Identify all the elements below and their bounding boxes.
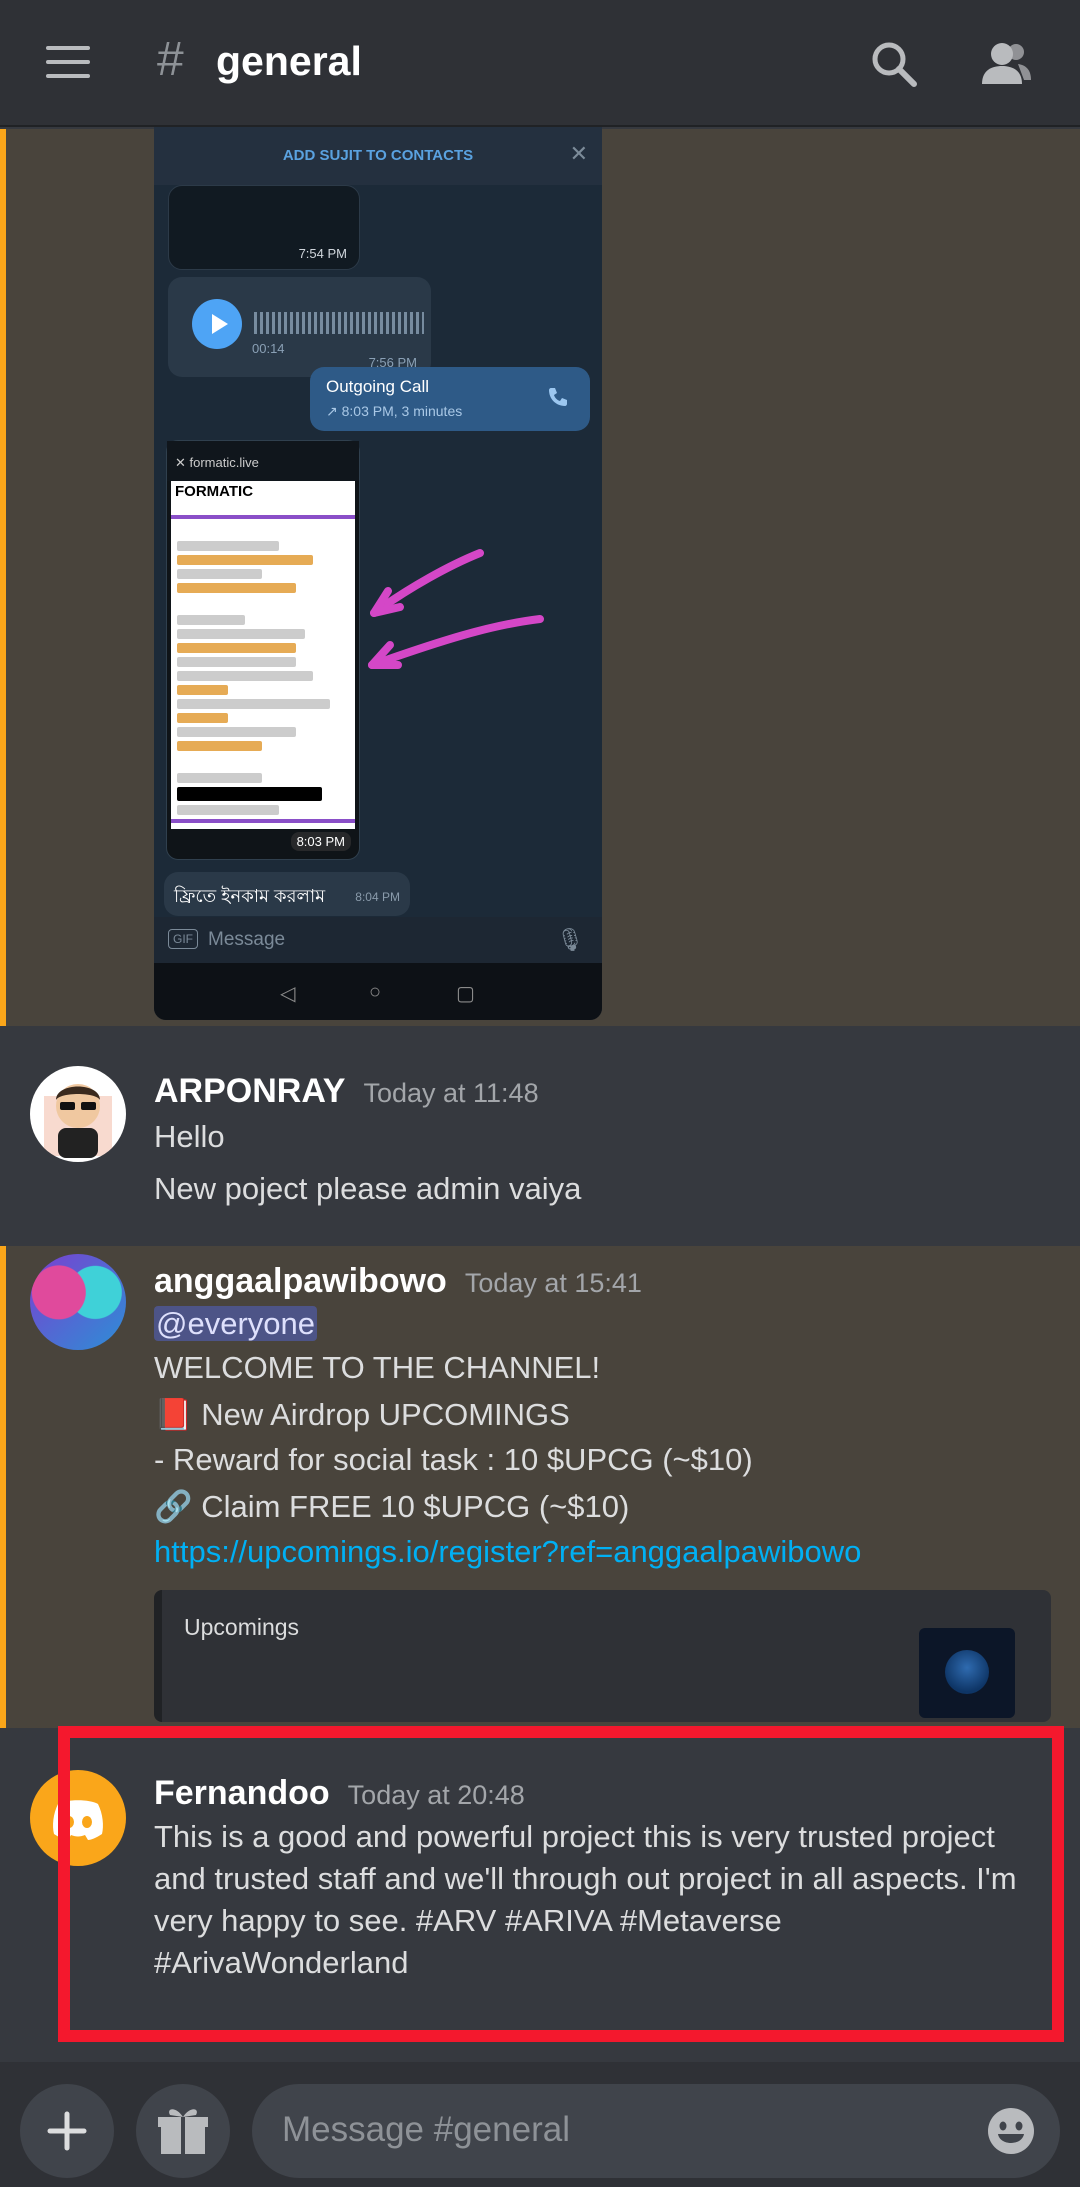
message-author[interactable]: ARPONRAY Today at 11:48 [154,1072,539,1111]
message-composer: Message #general [0,2062,1080,2187]
image-page-heading: FORMATIC [175,483,254,500]
image-recents-icon: ▢ [456,983,475,1005]
image-nav-bar: ◁ ○ ▢ [154,963,602,1020]
image-call-title: Outgoing Call [326,377,430,396]
image-time: 7:54 PM [298,246,347,261]
link-embed[interactable]: Upcomings [154,1590,1051,1722]
image-page: FORMATIC [171,481,355,829]
image-mic-icon: 🎙 [556,927,584,952]
message-text: @everyone [154,1306,317,1342]
message-input-placeholder: Message #general [282,2110,570,2149]
timestamp: Today at 11:48 [363,1078,539,1108]
avatar[interactable] [30,1254,126,1350]
image-phone-icon [549,388,567,406]
image-gif-icon: GIF [168,929,198,949]
message-text: Hello [154,1119,225,1154]
avatar[interactable] [30,1066,126,1162]
image-voice-duration: 00:14 [252,341,285,356]
image-site-bar: ✕ formatic.live [167,441,359,481]
channel-hash-icon: # [157,33,184,86]
image-bengali-text: ফ্রিতে ইনকাম করলাম [174,886,326,906]
image-message-placeholder: Message [208,929,286,950]
add-attachment-button[interactable] [20,2084,114,2178]
image-top-bar: ADD SUJIT TO CONTACTS ✕ [154,127,602,185]
attached-image[interactable]: ADD SUJIT TO CONTACTS ✕ 7:54 PM 00:14 7:… [154,127,602,1020]
highlight-annotation-box [58,1726,1064,2042]
message-text: New poject please admin vaiya [154,1171,582,1206]
channel-header: # general [0,0,1080,127]
username[interactable]: ARPONRAY [154,1072,345,1110]
emoji-icon[interactable] [986,2106,1036,2156]
image-bengali-bubble: ফ্রিতে ইনকাম করলাম 8:04 PM [164,872,410,916]
image-back-icon: ◁ [280,983,296,1005]
message-text: - Reward for social task : 10 $UPCG (~$1… [154,1442,753,1477]
menu-icon[interactable] [46,46,90,78]
message-link[interactable]: https://upcomings.io/register?ref=anggaa… [154,1534,861,1570]
image-page-lines [177,541,347,819]
image-voice-bubble: 00:14 7:56 PM [168,277,431,377]
message-text: WELCOME TO THE CHANNEL! [154,1350,601,1385]
message-input[interactable]: Message #general [252,2084,1060,2178]
username[interactable]: anggaalpawibowo [154,1262,447,1300]
image-home-icon: ○ [369,981,382,1003]
channel-name: general [216,38,362,84]
image-close-icon: ✕ [569,141,588,166]
members-icon[interactable] [978,36,1034,92]
image-time: 8:04 PM [355,890,400,904]
image-arrows [368,549,544,669]
image-time: 8:03 PM [290,832,351,851]
embed-thumbnail[interactable] [919,1628,1015,1718]
message: ARPONRAY Today at 11:48 Hello New poject … [0,1026,1080,1244]
image-screenshot-bubble: ✕ formatic.live FORMATIC 8:03 PM [166,440,360,860]
image-message-bar: GIF Message 🎙 [154,917,602,963]
search-icon[interactable] [866,36,922,92]
message-text: 🔗 Claim FREE 10 $UPCG (~$10) [154,1489,630,1524]
image-site: formatic.live [189,455,259,470]
image-call-detail: ↗ 8:03 PM, 3 minutes [326,403,463,419]
image-old-bubble: 7:54 PM [168,185,360,270]
embed-provider[interactable]: Upcomings [184,1614,299,1641]
everyone-mention[interactable]: @everyone [154,1306,317,1341]
timestamp: Today at 15:41 [464,1268,642,1298]
gift-icon [158,2109,208,2154]
image-waveform [254,312,424,334]
image-call-bubble: Outgoing Call ↗ 8:03 PM, 3 minutes [310,367,590,431]
message-text: 📕 New Airdrop UPCOMINGS [154,1397,570,1432]
message-author[interactable]: anggaalpawibowo Today at 15:41 [154,1262,642,1301]
image-play-icon [192,299,242,349]
gift-button[interactable] [136,2084,230,2178]
image-add-contacts-text: ADD SUJIT TO CONTACTS [282,147,474,164]
plus-icon [47,2111,87,2151]
mention-bar [0,129,6,1026]
